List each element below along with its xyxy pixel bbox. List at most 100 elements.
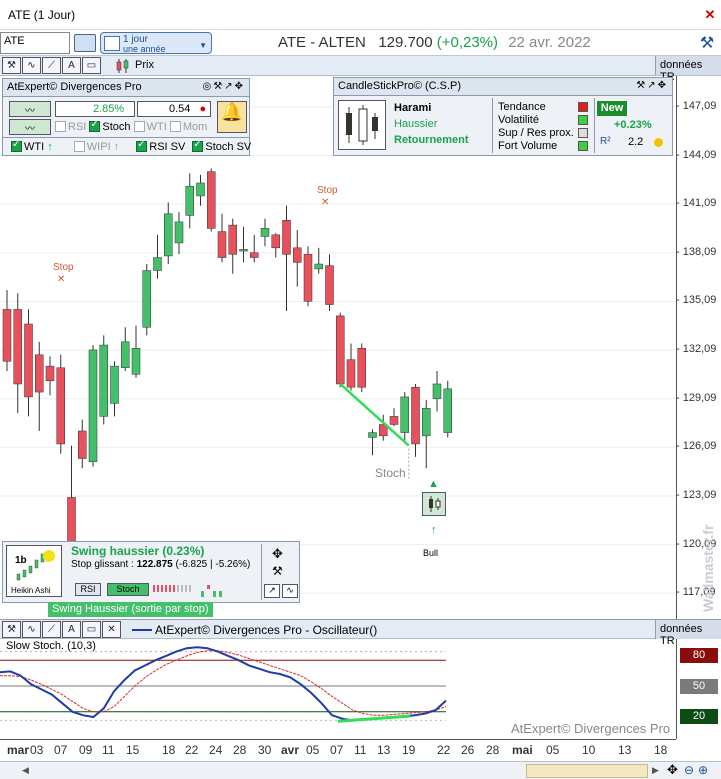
tools-icon[interactable]: ⚒ bbox=[2, 57, 21, 74]
period-line2: une année bbox=[123, 44, 166, 54]
candle-body bbox=[142, 270, 151, 328]
rsisv-label: RSI SV bbox=[149, 141, 186, 153]
date-tick-label: 05 bbox=[306, 743, 320, 757]
oscillator-title: AtExpert© Divergences Pro - Oscillateur(… bbox=[155, 623, 378, 637]
price-tick-label: - 147,09 bbox=[676, 99, 717, 112]
date-tick-label: 22 bbox=[185, 743, 199, 757]
candle-body bbox=[110, 365, 119, 404]
symbol-input[interactable]: ATE bbox=[0, 32, 70, 54]
window-title: ATE (1 Jour) bbox=[8, 8, 76, 22]
candle-body bbox=[432, 383, 442, 399]
ap-icon[interactable]: A bbox=[62, 57, 81, 74]
volatilite-status bbox=[578, 115, 588, 125]
chart-up-icon[interactable]: ↗ bbox=[264, 584, 280, 598]
criteria-volatilite: Volatilité bbox=[498, 114, 539, 126]
book-icon[interactable] bbox=[74, 34, 96, 52]
criteria-list: Tendance Volatilité Sup / Res prox. Fort… bbox=[498, 101, 574, 153]
data-tr-label: données TR bbox=[655, 56, 721, 83]
wipi-check[interactable] bbox=[73, 141, 85, 152]
price-tick-label: - 126,09 bbox=[676, 440, 717, 453]
stochsv-label: Stoch SV bbox=[205, 141, 252, 153]
candle-body bbox=[271, 234, 280, 249]
swing-rsi-button[interactable]: RSI bbox=[75, 583, 101, 596]
pattern-direction: Haussier bbox=[394, 118, 438, 130]
swing-stoch-button[interactable]: Stoch bbox=[107, 583, 149, 596]
stoch-k-line bbox=[0, 646, 447, 722]
bell-icon[interactable]: 🔔 bbox=[217, 101, 247, 133]
mom-check[interactable] bbox=[169, 121, 181, 132]
date-tick-label: 26 bbox=[461, 743, 475, 757]
scroll-right-icon[interactable]: ▶ bbox=[652, 765, 659, 776]
window-icon[interactable]: ▭ bbox=[82, 621, 101, 638]
ap-icon[interactable]: A bbox=[62, 621, 81, 638]
candle-body bbox=[303, 254, 313, 302]
move-icon[interactable]: ✥ bbox=[667, 762, 678, 778]
zoom-in-icon[interactable]: ⊕ bbox=[698, 763, 708, 777]
draw-icon[interactable]: ⟋ bbox=[42, 57, 61, 74]
close-icon[interactable]: ✕ bbox=[102, 621, 121, 638]
scroll-thumb[interactable] bbox=[526, 764, 648, 778]
candle-body bbox=[174, 221, 184, 244]
candle-body bbox=[153, 257, 162, 271]
divergence-up-icon[interactable]: 〰 bbox=[9, 101, 51, 117]
stochsv-check[interactable] bbox=[192, 139, 204, 152]
zoom-out-icon[interactable]: ⊖ bbox=[684, 763, 694, 777]
stop-annotation: Stop bbox=[317, 185, 338, 196]
tools-icon[interactable]: ⚒ bbox=[272, 564, 283, 578]
pattern-marker-icon[interactable] bbox=[422, 492, 446, 516]
wti2-label: WTI bbox=[24, 141, 45, 153]
candle-body bbox=[13, 309, 22, 385]
level-20: 20 bbox=[680, 709, 718, 724]
divergence-down-icon[interactable]: 〰 bbox=[9, 119, 51, 135]
mom-label: Mom bbox=[182, 121, 208, 133]
stop-marker-icon: ✕ bbox=[57, 274, 66, 285]
candle-body bbox=[45, 365, 55, 381]
period-selector[interactable]: 1 jour une année ▼ bbox=[100, 32, 212, 54]
rsi-check[interactable] bbox=[55, 121, 66, 132]
arrow-up-icon: ↑ bbox=[44, 141, 53, 153]
wti2-check[interactable] bbox=[11, 139, 22, 152]
rsi-label: RSI bbox=[68, 121, 87, 133]
rsisv-check[interactable] bbox=[136, 139, 148, 152]
tools-icon[interactable]: ⚒ bbox=[2, 621, 21, 638]
swing-tooltip: Swing Haussier (sortie par stop) bbox=[48, 602, 213, 617]
date-tick-label: 07 bbox=[54, 743, 68, 757]
candle-body bbox=[239, 249, 248, 252]
candlestick-icon[interactable] bbox=[114, 58, 132, 74]
atexpert-header: AtExpert© Divergences Pro ◎⚒↗✥ bbox=[3, 79, 249, 97]
swing-panel: 1b Heikin Ashi Swing haussier (0.23%) St… bbox=[2, 541, 300, 603]
chart-line-icon[interactable]: ∿ bbox=[282, 584, 298, 598]
draw-icon[interactable]: ⟋ bbox=[42, 621, 61, 638]
move-icon[interactable]: ✥ bbox=[272, 546, 283, 562]
stop-marker-icon: ✕ bbox=[321, 197, 330, 208]
wrench-icon[interactable]: ⚒ bbox=[697, 33, 717, 53]
window-icon[interactable]: ▭ bbox=[82, 57, 101, 74]
atexpert-r2: 0.54 bbox=[169, 103, 191, 115]
price-chart[interactable] bbox=[0, 76, 676, 619]
red-dot-icon: ● bbox=[199, 103, 207, 115]
scroll-left-icon[interactable]: ◀ bbox=[22, 765, 29, 776]
arrow-up-grey-icon: ↑ bbox=[110, 141, 120, 153]
wti-check[interactable] bbox=[133, 121, 145, 132]
instrument-name: ATE - ALTEN bbox=[278, 34, 366, 51]
candle-body bbox=[260, 228, 270, 237]
sv-row: WTI ↑ WIPI ↑ RSI SV Stoch SV bbox=[11, 139, 252, 153]
chevron-down-icon: ▼ bbox=[199, 41, 207, 50]
date-tick-label: avr bbox=[281, 743, 300, 757]
stoch-check[interactable] bbox=[89, 119, 101, 132]
indicator-icon[interactable]: ∿ bbox=[22, 57, 41, 74]
date-tick-label: 09 bbox=[79, 743, 93, 757]
candle-body bbox=[314, 263, 323, 270]
panel-controls-icon[interactable]: ⚒↗✥ bbox=[636, 80, 668, 91]
date-tick-label: mar bbox=[7, 743, 30, 757]
panel-controls-icon[interactable]: ◎⚒↗✥ bbox=[203, 81, 245, 92]
indicator-icon[interactable]: ∿ bbox=[22, 621, 41, 638]
oscillator-toolbar: ⚒ ∿ ⟋ A ▭ ✕ AtExpert© Divergences Pro - … bbox=[0, 619, 721, 647]
r2-box: 0.54 ● bbox=[137, 101, 211, 117]
close-icon[interactable]: ✕ bbox=[703, 8, 717, 22]
candle-body bbox=[400, 396, 409, 433]
atexpert-pct: 2.85% bbox=[93, 103, 125, 115]
candle-body bbox=[346, 359, 356, 388]
candle-body bbox=[443, 388, 452, 433]
divergence-line bbox=[337, 714, 411, 723]
